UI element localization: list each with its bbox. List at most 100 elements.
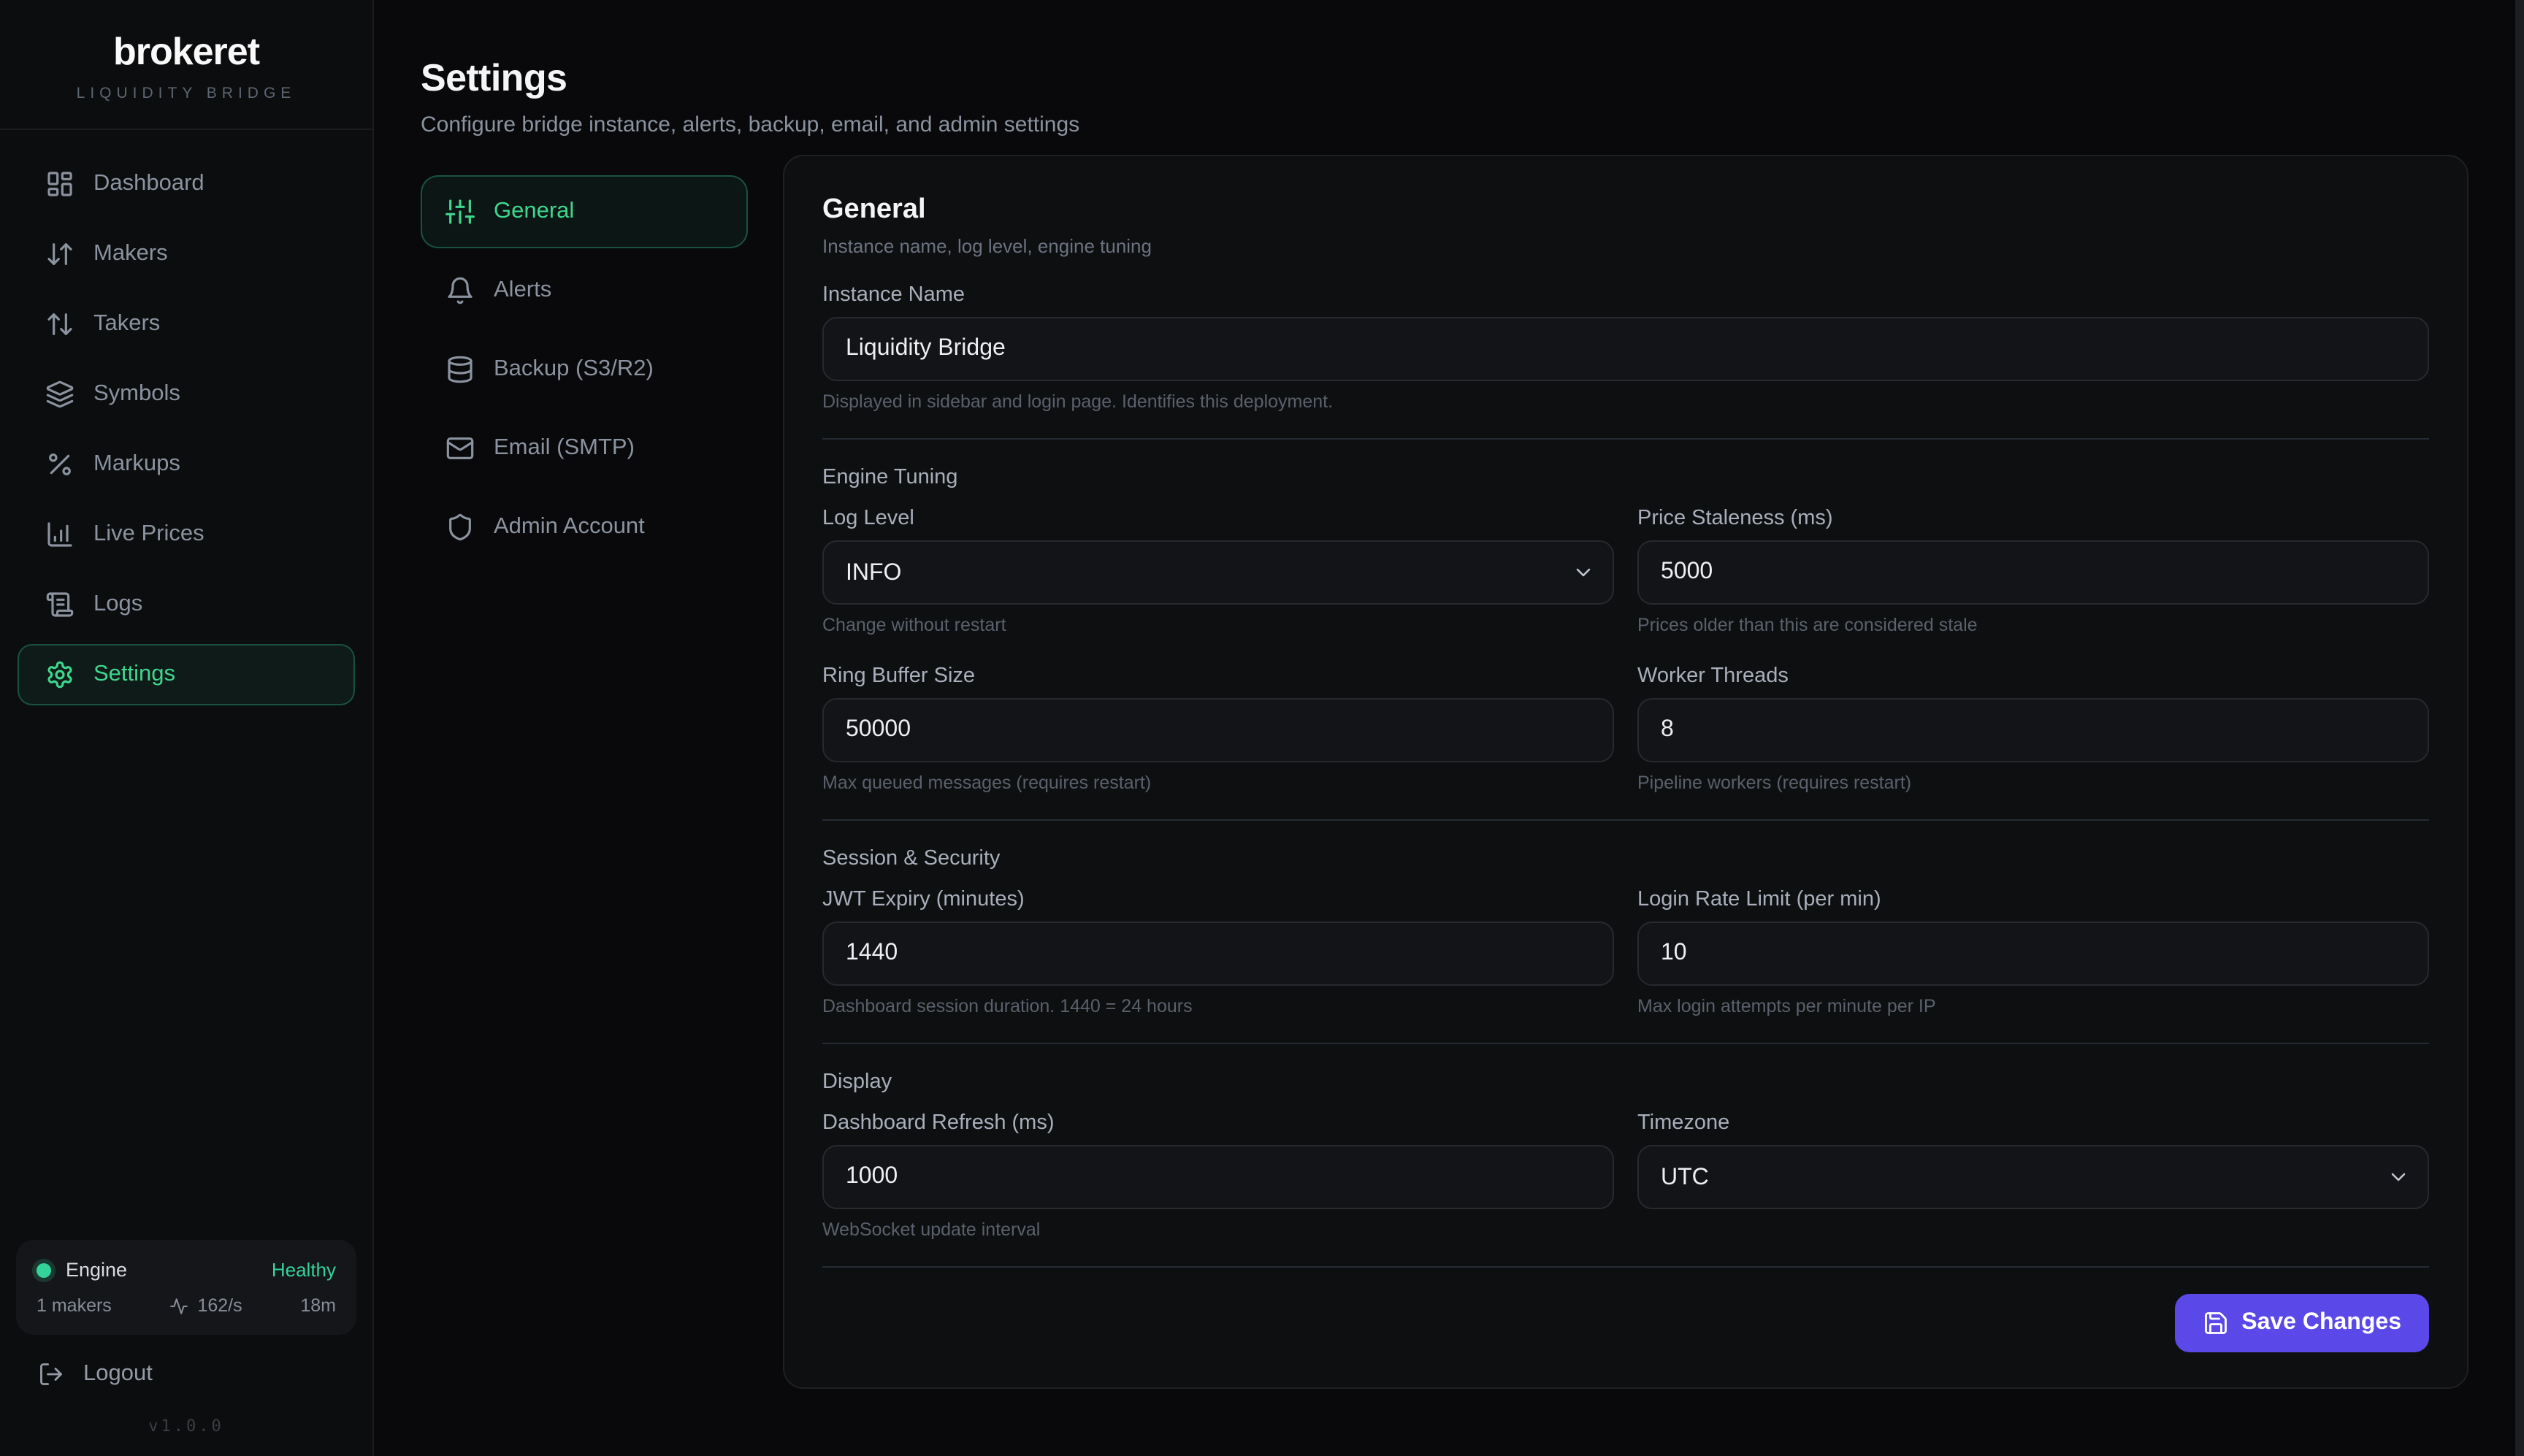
field-ring-buffer-size: Ring Buffer Size Max queued messages (re…	[822, 664, 1614, 793]
session-security-grid: JWT Expiry (minutes) Dashboard session d…	[822, 888, 2429, 1016]
mail-icon	[445, 434, 475, 463]
jwt-expiry-hint: Dashboard session duration. 1440 = 24 ho…	[822, 996, 1614, 1016]
scrollbar[interactable]	[2515, 0, 2524, 1456]
engine-uptime: 18m	[300, 1295, 336, 1316]
timezone-select[interactable]: UTC	[1637, 1145, 2429, 1209]
sidebar-item-label: Dashboard	[93, 171, 204, 197]
sidebar-item-label: Makers	[93, 241, 168, 267]
card-actions: Save Changes	[822, 1294, 2429, 1352]
dashboard-refresh-label: Dashboard Refresh (ms)	[822, 1111, 1614, 1135]
field-timezone: Timezone UTC	[1637, 1111, 2429, 1240]
engine-tuning-grid: Log Level INFO Change without restart Pr…	[822, 507, 2429, 793]
tab-general[interactable]: General	[421, 175, 748, 248]
tab-label: Email (SMTP)	[494, 435, 635, 461]
shield-icon	[445, 513, 475, 542]
sidebar-item-label: Markups	[93, 451, 180, 478]
settings-layout: General Alerts Backup (S3/R2) Email (SMT…	[421, 155, 2468, 1389]
log-level-select[interactable]: INFO	[822, 540, 1614, 605]
tab-backup[interactable]: Backup (S3/R2)	[421, 333, 748, 406]
ring-buffer-input[interactable]	[822, 698, 1614, 762]
worker-threads-input[interactable]	[1637, 698, 2429, 762]
sidebar-item-label: Takers	[93, 311, 160, 337]
engine-throughput-value: 162/s	[197, 1295, 242, 1316]
sidebar-item-makers[interactable]: Makers	[18, 223, 355, 285]
tab-email[interactable]: Email (SMTP)	[421, 412, 748, 485]
logout-label: Logout	[83, 1361, 153, 1387]
field-worker-threads: Worker Threads Pipeline workers (require…	[1637, 664, 2429, 793]
arrow-up-down-icon	[45, 310, 74, 339]
login-rate-limit-input[interactable]	[1637, 922, 2429, 986]
engine-throughput: 162/s	[169, 1295, 242, 1316]
activity-icon	[169, 1296, 188, 1315]
sidebar-item-logs[interactable]: Logs	[18, 574, 355, 635]
engine-health-dot	[37, 1262, 51, 1277]
field-log-level: Log Level INFO Change without restart	[822, 507, 1614, 635]
field-instance-name: Instance Name Displayed in sidebar and l…	[822, 283, 2429, 412]
login-rate-limit-label: Login Rate Limit (per min)	[1637, 888, 2429, 911]
logout-button[interactable]: Logout	[0, 1335, 372, 1402]
ring-buffer-hint: Max queued messages (requires restart)	[822, 773, 1614, 793]
sidebar-item-live-prices[interactable]: Live Prices	[18, 504, 355, 565]
sliders-icon	[445, 197, 475, 226]
main-content: Settings Configure bridge instance, aler…	[374, 0, 2524, 1456]
engine-metrics-row: 1 makers 162/s 18m	[37, 1295, 336, 1316]
tab-admin-account[interactable]: Admin Account	[421, 491, 748, 564]
instance-name-label: Instance Name	[822, 283, 2429, 307]
bell-icon	[445, 276, 475, 305]
engine-status-card: Engine Healthy 1 makers 162/s 18m	[16, 1240, 356, 1335]
sidebar-item-settings[interactable]: Settings	[18, 644, 355, 705]
instance-name-input[interactable]	[822, 317, 2429, 381]
field-login-rate-limit: Login Rate Limit (per min) Max login att…	[1637, 888, 2429, 1016]
dashboard-icon	[45, 169, 74, 199]
section-title-engine-tuning: Engine Tuning	[822, 466, 2429, 489]
tab-label: General	[494, 199, 574, 225]
field-price-staleness: Price Staleness (ms) Prices older than t…	[1637, 507, 2429, 635]
section-divider	[822, 438, 2429, 440]
brand: brokeret LIQUIDITY BRIDGE	[0, 0, 372, 130]
chart-column-icon	[45, 520, 74, 549]
price-staleness-hint: Prices older than this are considered st…	[1637, 615, 2429, 635]
card-subtitle: Instance name, log level, engine tuning	[822, 235, 2429, 257]
gear-icon	[45, 660, 74, 689]
dashboard-refresh-input[interactable]	[822, 1145, 1614, 1209]
logout-icon	[38, 1361, 64, 1387]
save-icon	[2202, 1310, 2228, 1336]
sidebar-item-dashboard[interactable]: Dashboard	[18, 153, 355, 215]
layers-icon	[45, 380, 74, 409]
login-rate-limit-hint: Max login attempts per minute per IP	[1637, 996, 2429, 1016]
engine-label: Engine	[66, 1259, 257, 1281]
sidebar: brokeret LIQUIDITY BRIDGE Dashboard Make…	[0, 0, 374, 1456]
price-staleness-input[interactable]	[1637, 540, 2429, 605]
sidebar-nav: Dashboard Makers Takers Symbols Markups …	[0, 130, 372, 729]
section-divider	[822, 1043, 2429, 1044]
price-staleness-label: Price Staleness (ms)	[1637, 507, 2429, 530]
page-title: Settings	[421, 55, 2468, 101]
save-changes-button[interactable]: Save Changes	[2174, 1294, 2429, 1352]
jwt-expiry-input[interactable]	[822, 922, 1614, 986]
sidebar-item-label: Settings	[93, 662, 175, 688]
tab-label: Alerts	[494, 277, 551, 304]
section-divider	[822, 1266, 2429, 1268]
ring-buffer-label: Ring Buffer Size	[822, 664, 1614, 688]
brand-tagline: LIQUIDITY BRIDGE	[23, 85, 349, 102]
sidebar-item-label: Logs	[93, 591, 142, 618]
field-jwt-expiry: JWT Expiry (minutes) Dashboard session d…	[822, 888, 1614, 1016]
engine-status-badge: Healthy	[272, 1259, 336, 1281]
jwt-expiry-label: JWT Expiry (minutes)	[822, 888, 1614, 911]
sidebar-item-symbols[interactable]: Symbols	[18, 364, 355, 425]
dashboard-refresh-hint: WebSocket update interval	[822, 1219, 1614, 1240]
section-divider	[822, 819, 2429, 821]
page-subtitle: Configure bridge instance, alerts, backu…	[421, 112, 2468, 137]
sidebar-item-takers[interactable]: Takers	[18, 294, 355, 355]
card-title: General	[822, 194, 2429, 226]
engine-makers-count: 1 makers	[37, 1295, 112, 1316]
tab-alerts[interactable]: Alerts	[421, 254, 748, 327]
sidebar-item-markups[interactable]: Markups	[18, 434, 355, 495]
log-level-hint: Change without restart	[822, 615, 1614, 635]
sidebar-item-label: Live Prices	[93, 521, 204, 548]
general-settings-card: General Instance name, log level, engine…	[783, 155, 2468, 1389]
settings-tabs: General Alerts Backup (S3/R2) Email (SMT…	[421, 155, 748, 564]
worker-threads-label: Worker Threads	[1637, 664, 2429, 688]
log-level-label: Log Level	[822, 507, 1614, 530]
save-changes-label: Save Changes	[2241, 1310, 2401, 1336]
